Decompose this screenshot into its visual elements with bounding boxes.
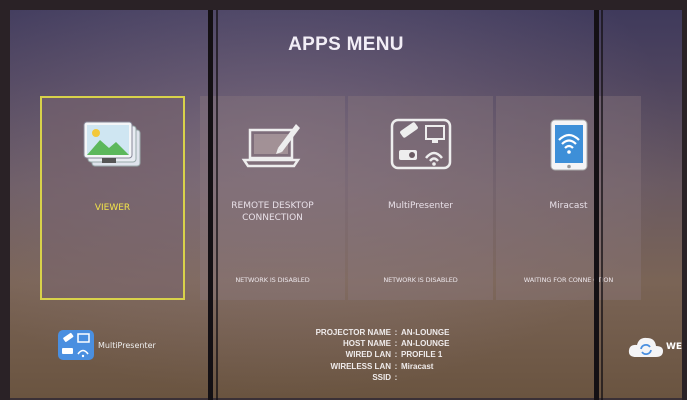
frame-bar [208,0,213,400]
info-row: SSID: [265,372,535,383]
info-value: PROFILE 1 [401,350,443,360]
top-frame [0,0,687,10]
tablet-wifi-icon [547,118,591,176]
multipresenter-app-icon [58,330,94,360]
multipresenter-shortcut[interactable]: MultiPresenter [58,330,156,360]
right-frame [682,0,687,400]
tile-status: NETWORK IS DISABLED [383,276,458,284]
tile-label: REMOTE DESKTOP CONNECTION [231,201,314,223]
info-key: PROJECTOR NAME [315,328,391,337]
info-key: SSID [372,372,391,382]
tile-miracast[interactable]: Miracast WAITING FOR CONNE CTION [496,96,641,300]
info-key: HOST NAME [343,339,391,349]
left-frame [0,0,10,400]
tile-status: WAITING FOR CONNE CTION [523,276,614,284]
tile-label: MultiPresenter [387,201,453,211]
info-value [401,372,535,383]
tile-multipresenter[interactable]: MultiPresenter NETWORK IS DISABLED [348,96,493,300]
frame-bar [594,0,599,400]
info-value: AN-LOUNGE [401,339,450,349]
info-value: Miracast [401,361,434,371]
projector-screen: APPS MENU VIEWER REMOTE DESKTOP CONNECTI… [10,10,682,398]
cloud-shortcut[interactable]: WE [628,335,682,359]
info-row: HOST NAME: AN-LOUNGE [265,338,535,349]
info-row: WIRED LAN: PROFILE 1 [265,349,535,360]
info-row: PROJECTOR NAME: AN-LOUNGE [265,327,535,338]
projector-info: PROJECTOR NAME: AN-LOUNGE HOST NAME: AN-LO… [265,327,535,383]
frame-bar [601,0,603,400]
multipresenter-icon [390,118,452,174]
tile-label: Miracast [549,201,588,211]
page-title: APPS MENU [288,34,404,55]
cloud-label: WE [666,342,682,352]
tile-label: VIEWER [94,203,131,213]
tile-viewer[interactable]: VIEWER [40,96,185,300]
info-row: WIRELESS LAN: Miracast [265,361,535,372]
shortcut-label: MultiPresenter [98,340,156,350]
info-key: WIRED LAN [345,350,391,360]
info-key: WIRELESS LAN [330,361,391,371]
info-value: AN-LOUNGE [401,328,450,337]
tile-remote-desktop[interactable]: REMOTE DESKTOP CONNECTION NETWORK IS DIS… [200,96,345,300]
tile-status: NETWORK IS DISABLED [235,276,310,284]
laptop-pen-icon [240,118,306,174]
frame-bar [216,0,218,400]
cloud-sync-icon [628,337,663,357]
viewer-icon [82,120,144,176]
